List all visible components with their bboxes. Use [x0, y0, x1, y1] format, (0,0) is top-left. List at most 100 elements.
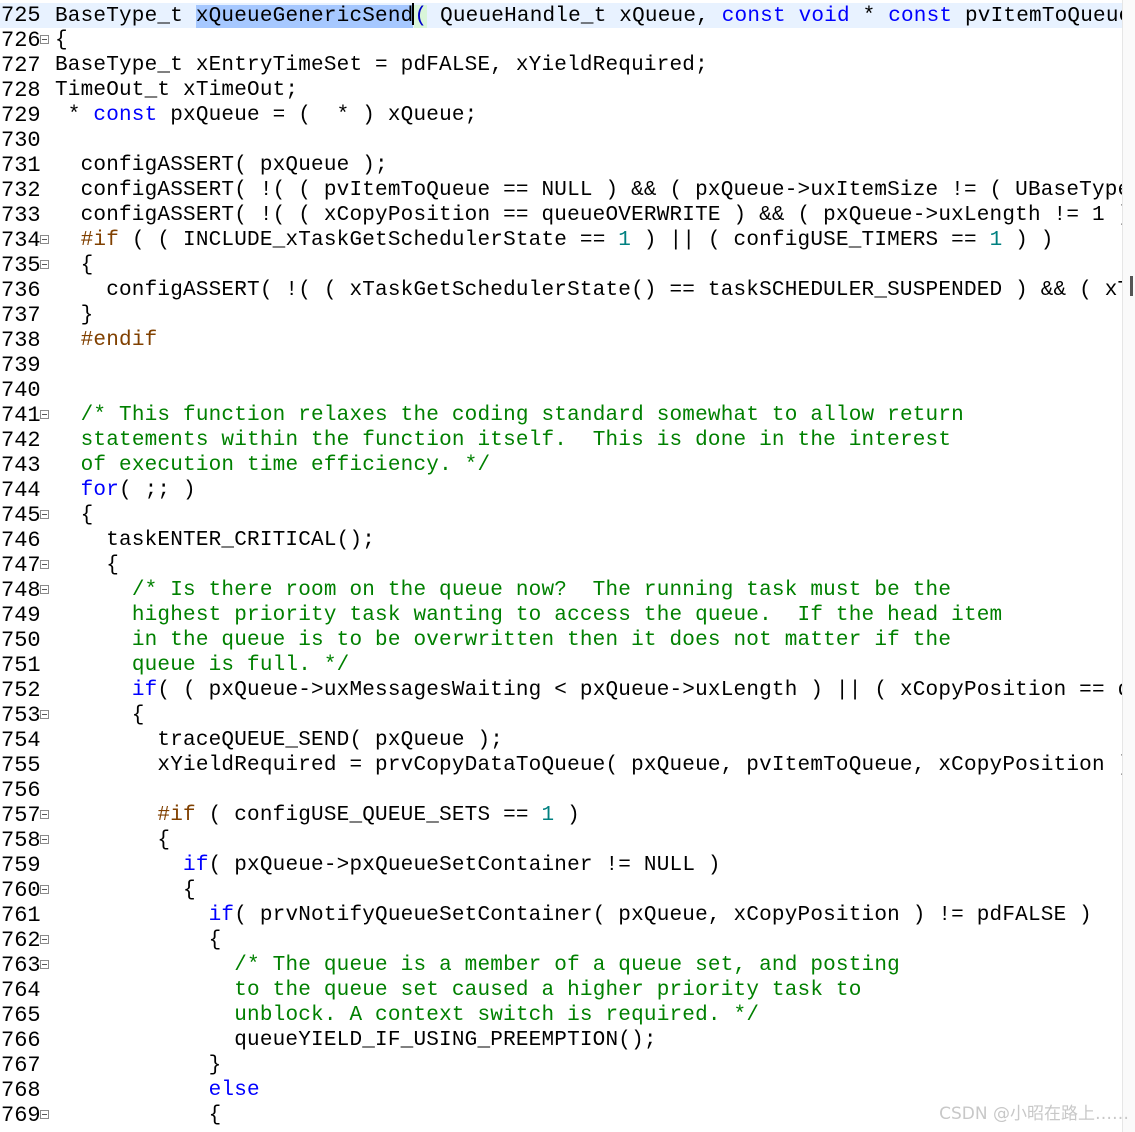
code-line[interactable]: 765 unblock. A context switch is require…: [0, 1003, 1122, 1028]
code-line[interactable]: 725 BaseType_t xQueueGenericSend( QueueHa…: [0, 3, 1122, 28]
code-token: configASSERT( !( ( xTaskGetSchedulerStat…: [106, 279, 1122, 302]
code-text: BaseType_t xQueueGenericSend( QueueHandl…: [55, 3, 1122, 29]
code-line[interactable]: 752 if( ( pxQueue->uxMessagesWaiting < p…: [0, 678, 1122, 703]
code-line[interactable]: 757 #if ( configUSE_QUEUE_SETS == 1 ): [0, 803, 1122, 828]
code-token: const: [721, 5, 786, 28]
code-line[interactable]: 726 {: [0, 28, 1122, 53]
code-line[interactable]: 761 if( prvNotifyQueueSetContainer( pxQu…: [0, 903, 1122, 928]
code-token: const: [888, 5, 953, 28]
code-token: xYieldRequired = prvCopyDataToQueue( pxQ…: [55, 754, 1122, 777]
line-number: 767: [1, 1053, 41, 1078]
code-line[interactable]: 767 }: [0, 1053, 1122, 1078]
code-line[interactable]: 746 taskENTER_CRITICAL();: [0, 528, 1122, 553]
code-token: {: [55, 504, 94, 527]
code-text: configASSERT( pxQueue );: [55, 153, 388, 178]
code-token: void: [798, 5, 850, 28]
code-line[interactable]: 729 * const pxQueue = ( * ) xQueue;: [0, 103, 1122, 128]
code-line[interactable]: 745 {: [0, 503, 1122, 528]
fold-toggle-icon[interactable]: [40, 885, 49, 894]
line-number: 730: [1, 128, 41, 153]
code-text: {: [55, 503, 94, 528]
code-token: {: [55, 704, 145, 727]
code-line[interactable]: 740: [0, 378, 1122, 403]
code-line[interactable]: 730: [0, 128, 1122, 153]
code-line[interactable]: 749 highest priority task wanting to acc…: [0, 603, 1122, 628]
code-line[interactable]: 760 {: [0, 878, 1122, 903]
code-line[interactable]: 732 configASSERT( !( ( pvItemToQueue == …: [0, 178, 1122, 203]
code-line[interactable]: 766 queueYIELD_IF_USING_PREEMPTION();: [0, 1028, 1122, 1053]
fold-toggle-icon[interactable]: [40, 260, 49, 269]
code-line[interactable]: 727 BaseType_t xEntryTimeSet = pdFALSE, x…: [0, 53, 1122, 78]
code-line[interactable]: 762 {: [0, 928, 1122, 953]
fold-toggle-icon[interactable]: [40, 710, 49, 719]
fold-toggle-icon[interactable]: [40, 560, 49, 569]
code-line[interactable]: 754 traceQUEUE_SEND( pxQueue );: [0, 728, 1122, 753]
line-number: 760: [1, 878, 41, 903]
code-line[interactable]: 742 statements within the function itsel…: [0, 428, 1122, 453]
code-token: statements within the function itself. T…: [80, 429, 952, 452]
fold-toggle-icon[interactable]: [40, 935, 49, 944]
code-token: queue is full. */: [131, 654, 350, 677]
code-token: configASSERT( !( ( pvItemToQueue == NULL…: [80, 179, 1122, 202]
code-line[interactable]: 747 {: [0, 553, 1122, 578]
line-number: 763: [1, 953, 41, 978]
fold-toggle-icon[interactable]: [40, 410, 49, 419]
code-line[interactable]: 739: [0, 353, 1122, 378]
line-number: 761: [1, 903, 41, 928]
code-line[interactable]: 737 }: [0, 303, 1122, 328]
code-text: xYieldRequired = prvCopyDataToQueue( pxQ…: [55, 753, 1122, 778]
code-line[interactable]: 748 /* Is there room on the queue now? T…: [0, 578, 1122, 603]
code-editor[interactable]: 725 BaseType_t xQueueGenericSend( QueueHa…: [0, 0, 1122, 1132]
code-line[interactable]: 756: [0, 778, 1122, 803]
scrollbar-thumb[interactable]: [1130, 276, 1133, 296]
fold-toggle-icon[interactable]: [40, 235, 49, 244]
line-number: 754: [1, 728, 41, 753]
code-line[interactable]: 753 {: [0, 703, 1122, 728]
line-number: 766: [1, 1028, 41, 1053]
code-line[interactable]: 755 xYieldRequired = prvCopyDataToQueue(…: [0, 753, 1122, 778]
fold-toggle-icon[interactable]: [40, 835, 49, 844]
code-line[interactable]: 743 of execution time efficiency. */: [0, 453, 1122, 478]
line-number: 759: [1, 853, 41, 878]
code-line[interactable]: 728 TimeOut_t xTimeOut;: [0, 78, 1122, 103]
code-line[interactable]: 750 in the queue is to be overwritten th…: [0, 628, 1122, 653]
code-line[interactable]: 734 #if ( ( INCLUDE_xTaskGetSchedulerSta…: [0, 228, 1122, 253]
code-text: if( prvNotifyQueueSetContainer( pxQueue,…: [55, 903, 1092, 928]
code-line[interactable]: 731 configASSERT( pxQueue );: [0, 153, 1122, 178]
code-line[interactable]: 751 queue is full. */: [0, 653, 1122, 678]
code-token: *: [849, 5, 889, 28]
fold-toggle-icon[interactable]: [40, 810, 49, 819]
code-text: to the queue set caused a higher priorit…: [55, 978, 862, 1003]
code-line[interactable]: 758 {: [0, 828, 1122, 853]
code-token: {: [55, 1104, 222, 1127]
fold-toggle-icon[interactable]: [40, 585, 49, 594]
code-token: ( configUSE_QUEUE_SETS ==: [195, 804, 542, 827]
code-line[interactable]: 759 if( pxQueue->pxQueueSetContainer != …: [0, 853, 1122, 878]
code-text: if( ( pxQueue->uxMessagesWaiting < pxQue…: [55, 678, 1122, 703]
code-line[interactable]: 764 to the queue set caused a higher pri…: [0, 978, 1122, 1003]
fold-toggle-icon[interactable]: [40, 960, 49, 969]
code-line[interactable]: 733 configASSERT( !( ( xCopyPosition == …: [0, 203, 1122, 228]
code-token: QueueHandle_t xQueue,: [427, 5, 722, 28]
code-line[interactable]: 736 configASSERT( !( ( xTaskGetScheduler…: [0, 278, 1122, 303]
code-text: configASSERT( !( ( xTaskGetSchedulerStat…: [55, 278, 1122, 303]
code-token: }: [55, 304, 94, 327]
code-token: #if: [80, 229, 120, 252]
vertical-scrollbar[interactable]: [1122, 0, 1135, 1132]
fold-toggle-icon[interactable]: [40, 35, 49, 44]
code-text: for( ;; ): [55, 478, 196, 503]
code-line[interactable]: 744 for( ;; ): [0, 478, 1122, 503]
code-token: ) || ( configUSE_TIMERS ==: [631, 229, 990, 252]
fold-toggle-icon[interactable]: [40, 1110, 49, 1119]
code-text: #if ( ( INCLUDE_xTaskGetSchedulerState =…: [55, 228, 1054, 253]
code-line[interactable]: 738 #endif: [0, 328, 1122, 353]
code-line[interactable]: 763 /* The queue is a member of a queue …: [0, 953, 1122, 978]
code-line[interactable]: 741 /* This function relaxes the coding …: [0, 403, 1122, 428]
code-line[interactable]: 735 {: [0, 253, 1122, 278]
fold-toggle-icon[interactable]: [40, 510, 49, 519]
